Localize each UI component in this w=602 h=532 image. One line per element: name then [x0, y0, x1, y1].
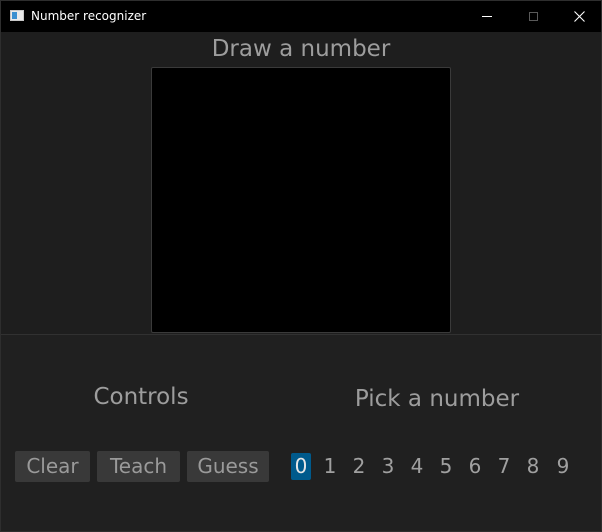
digit-option-8[interactable]: 8 [523, 453, 543, 480]
digit-option-3[interactable]: 3 [378, 453, 398, 480]
app-icon [10, 10, 24, 21]
close-icon [573, 11, 585, 22]
digit-option-9[interactable]: 9 [553, 453, 573, 480]
maximize-icon [528, 12, 538, 21]
digit-option-2[interactable]: 2 [349, 453, 369, 480]
digit-option-5[interactable]: 5 [436, 453, 456, 480]
close-button[interactable] [556, 1, 602, 32]
minimize-icon [482, 16, 492, 17]
teach-button[interactable]: Teach [97, 451, 180, 482]
guess-button[interactable]: Guess [187, 451, 269, 482]
drawing-canvas[interactable] [151, 67, 451, 333]
title-bar: Number recognizer [1, 1, 601, 32]
pick-number-title: Pick a number [354, 386, 520, 412]
minimize-button[interactable] [464, 1, 510, 32]
digit-option-0[interactable]: 0 [291, 453, 311, 480]
digit-option-1[interactable]: 1 [320, 453, 340, 480]
maximize-button[interactable] [510, 1, 556, 32]
clear-button[interactable]: Clear [15, 451, 90, 482]
draw-title: Draw a number [211, 36, 391, 62]
window-title: Number recognizer [31, 9, 147, 23]
digit-option-7[interactable]: 7 [494, 453, 514, 480]
digit-option-6[interactable]: 6 [465, 453, 485, 480]
controls-title: Controls [93, 384, 189, 410]
digit-option-4[interactable]: 4 [407, 453, 427, 480]
app-window: Number recognizer Draw a number Controls… [0, 0, 602, 532]
draw-panel: Draw a number [1, 32, 601, 335]
